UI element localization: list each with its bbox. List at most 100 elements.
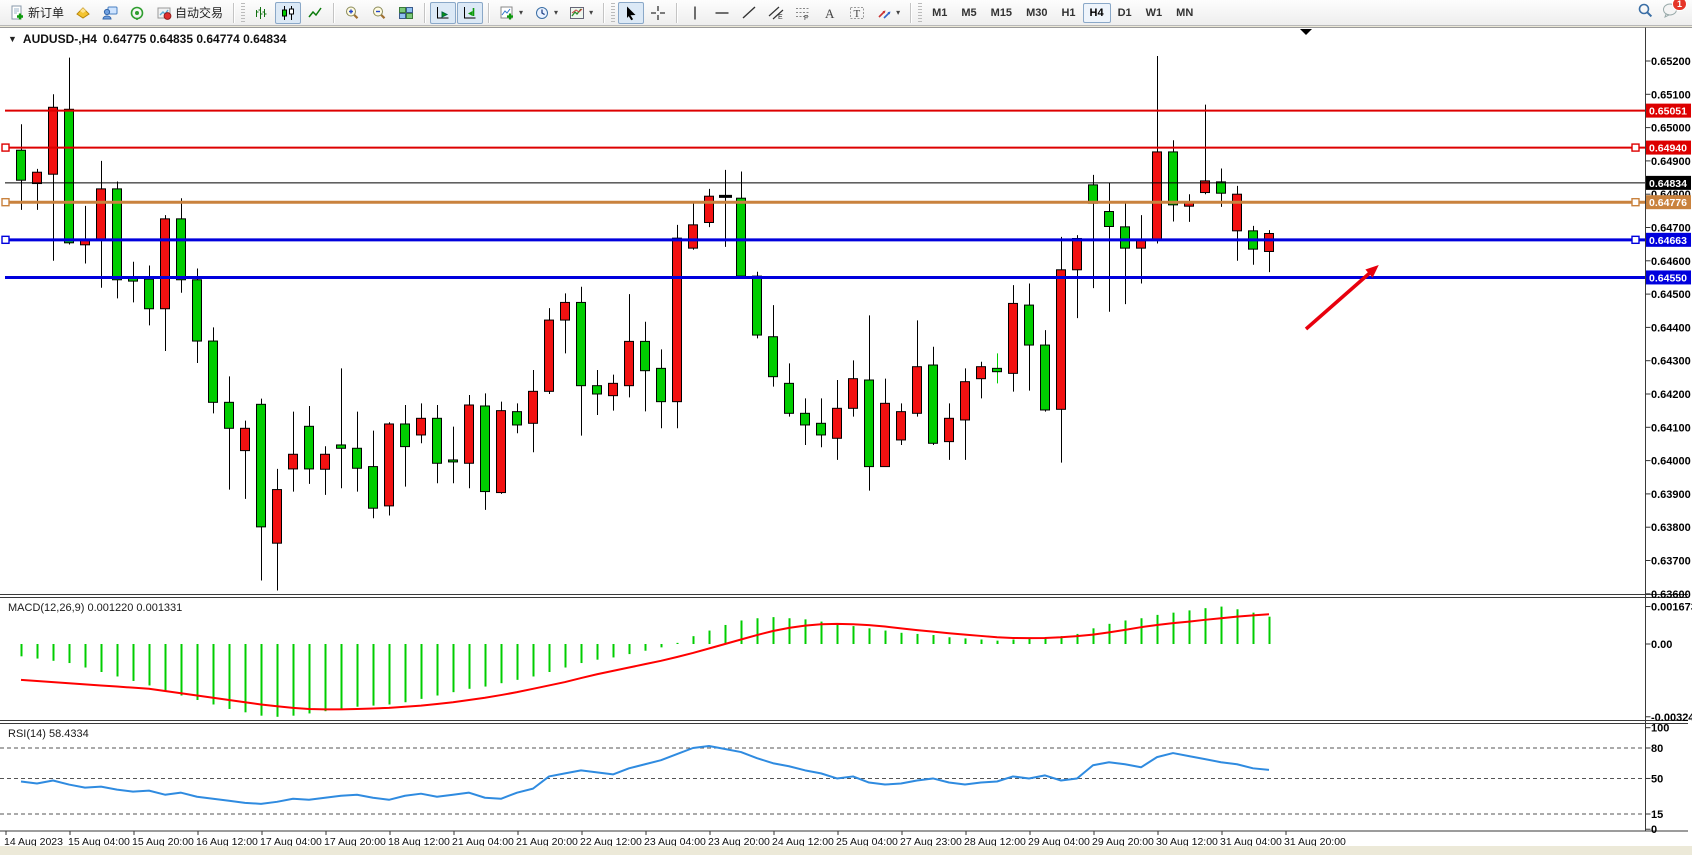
chart-shift-button[interactable]: [457, 2, 483, 24]
svg-text:0.65000: 0.65000: [1651, 123, 1691, 135]
channel-icon: E: [768, 5, 784, 21]
zoom-in-button[interactable]: [339, 2, 365, 24]
svg-text:0.64663: 0.64663: [1649, 235, 1687, 247]
mt4-terminal: 新订单 自动交易: [0, 0, 1692, 855]
svg-text:15 Aug 20:00: 15 Aug 20:00: [132, 836, 194, 846]
toolbar-grip: [611, 3, 615, 23]
chart-title: ▼ AUDUSD-,H4 0.64775 0.64835 0.64774 0.6…: [8, 32, 286, 46]
svg-text:80: 80: [1651, 743, 1663, 755]
templates-button[interactable]: ▾: [564, 2, 598, 24]
svg-text:0.63900: 0.63900: [1651, 489, 1691, 501]
timeframe-group: M1M5M15M30H1H4D1W1MN: [925, 3, 1200, 23]
horizontal-line-icon: [714, 5, 730, 21]
toolbar-separator: [233, 3, 234, 23]
text-a-icon: A: [822, 5, 838, 21]
toolbar-separator: [488, 3, 489, 23]
indicators-icon: [499, 5, 515, 21]
vertical-line-button[interactable]: [682, 2, 708, 24]
toolbar-grip: [241, 3, 245, 23]
notification-badge: 1: [1672, 0, 1687, 11]
dropdown-caret: ▾: [589, 8, 593, 17]
chart-window[interactable]: 0.652000.651000.650000.649000.648000.647…: [0, 27, 1692, 846]
svg-text:0.65051: 0.65051: [1649, 106, 1687, 118]
gold-button[interactable]: [70, 2, 96, 24]
equidistant-channel-button[interactable]: E: [763, 2, 789, 24]
svg-text:0.64940: 0.64940: [1649, 143, 1687, 155]
candlestick-chart-button[interactable]: [275, 2, 301, 24]
dropdown-caret: ▾: [896, 8, 900, 17]
svg-text:15 Aug 04:00: 15 Aug 04:00: [68, 836, 130, 846]
broadcast-icon: [129, 5, 145, 21]
svg-text:21 Aug 04:00: 21 Aug 04:00: [452, 836, 514, 846]
community-button[interactable]: [97, 2, 123, 24]
indicators-button[interactable]: ▾: [494, 2, 528, 24]
toolbar: 新订单 自动交易: [0, 0, 1692, 26]
timeframe-W1[interactable]: W1: [1139, 3, 1170, 23]
symbol-period-label: AUDUSD-,H4: [23, 32, 97, 46]
svg-text:30 Aug 12:00: 30 Aug 12:00: [1156, 836, 1218, 846]
svg-text:E: E: [778, 14, 783, 21]
svg-text:0.64900: 0.64900: [1651, 156, 1691, 168]
search-icon[interactable]: [1637, 2, 1654, 24]
svg-text:28 Aug 12:00: 28 Aug 12:00: [964, 836, 1026, 846]
broadcast-button[interactable]: [124, 2, 150, 24]
timeframe-M1[interactable]: M1: [925, 3, 954, 23]
svg-text:0.63700: 0.63700: [1651, 556, 1691, 568]
timeframe-M30[interactable]: M30: [1019, 3, 1054, 23]
svg-text:23 Aug 20:00: 23 Aug 20:00: [708, 836, 770, 846]
timeframe-D1[interactable]: D1: [1111, 3, 1139, 23]
autotrading-icon: [156, 5, 172, 21]
svg-text:0.64100: 0.64100: [1651, 422, 1691, 434]
text-button[interactable]: A: [817, 2, 843, 24]
timeframe-H1[interactable]: H1: [1054, 3, 1082, 23]
bar-chart-button[interactable]: [248, 2, 274, 24]
cursor-icon: [623, 5, 639, 21]
svg-text:22 Aug 12:00: 22 Aug 12:00: [580, 836, 642, 846]
svg-text:0.64400: 0.64400: [1651, 322, 1691, 334]
trendline-button[interactable]: [736, 2, 762, 24]
text-label-button[interactable]: T: [844, 2, 870, 24]
svg-text:0.65200: 0.65200: [1651, 56, 1691, 68]
timeframe-M5[interactable]: M5: [954, 3, 983, 23]
timeframe-MN[interactable]: MN: [1169, 3, 1200, 23]
svg-text:0.64200: 0.64200: [1651, 389, 1691, 401]
svg-text:0.64700: 0.64700: [1651, 223, 1691, 235]
svg-text:18 Aug 12:00: 18 Aug 12:00: [388, 836, 450, 846]
trendline-icon: [741, 5, 757, 21]
svg-text:17 Aug 20:00: 17 Aug 20:00: [324, 836, 386, 846]
crosshair-icon: [650, 5, 666, 21]
crosshair-button[interactable]: [645, 2, 671, 24]
periods-button[interactable]: ▾: [529, 2, 563, 24]
toolbar-separator: [333, 3, 334, 23]
timeframe-H4[interactable]: H4: [1083, 3, 1111, 23]
svg-text:25 Aug 04:00: 25 Aug 04:00: [836, 836, 898, 846]
timeframe-M15[interactable]: M15: [984, 3, 1019, 23]
line-chart-button[interactable]: [302, 2, 328, 24]
cursor-button[interactable]: [618, 2, 644, 24]
chart-dropdown-icon[interactable]: ▼: [8, 34, 17, 44]
fibonacci-button[interactable]: F: [790, 2, 816, 24]
autotrading-label: 自动交易: [175, 4, 223, 21]
clock-icon: [534, 5, 550, 21]
arrows-button[interactable]: ▾: [871, 2, 905, 24]
gold-icon: [75, 5, 91, 21]
autotrading-button[interactable]: 自动交易: [151, 2, 228, 24]
auto-scroll-button[interactable]: [430, 2, 456, 24]
svg-text:0.65100: 0.65100: [1651, 89, 1691, 101]
zoom-in-icon: [344, 5, 360, 21]
svg-text:29 Aug 04:00: 29 Aug 04:00: [1028, 836, 1090, 846]
new-order-button[interactable]: 新订单: [4, 2, 69, 24]
svg-text:27 Aug 23:00: 27 Aug 23:00: [900, 836, 962, 846]
toolbar-separator: [603, 3, 604, 23]
svg-text:0.64550: 0.64550: [1649, 272, 1687, 284]
bar-chart-icon: [253, 5, 269, 21]
horizontal-line-button[interactable]: [709, 2, 735, 24]
notifications-button[interactable]: 1: [1662, 2, 1680, 23]
zoom-out-button[interactable]: [366, 2, 392, 24]
svg-text:24 Aug 12:00: 24 Aug 12:00: [772, 836, 834, 846]
toolbar-grip: [918, 3, 922, 23]
svg-text:0.64500: 0.64500: [1651, 289, 1691, 301]
svg-text:15: 15: [1651, 809, 1663, 821]
tile-windows-button[interactable]: [393, 2, 419, 24]
chart-plot[interactable]: 0.652000.651000.650000.649000.648000.647…: [0, 27, 1692, 846]
